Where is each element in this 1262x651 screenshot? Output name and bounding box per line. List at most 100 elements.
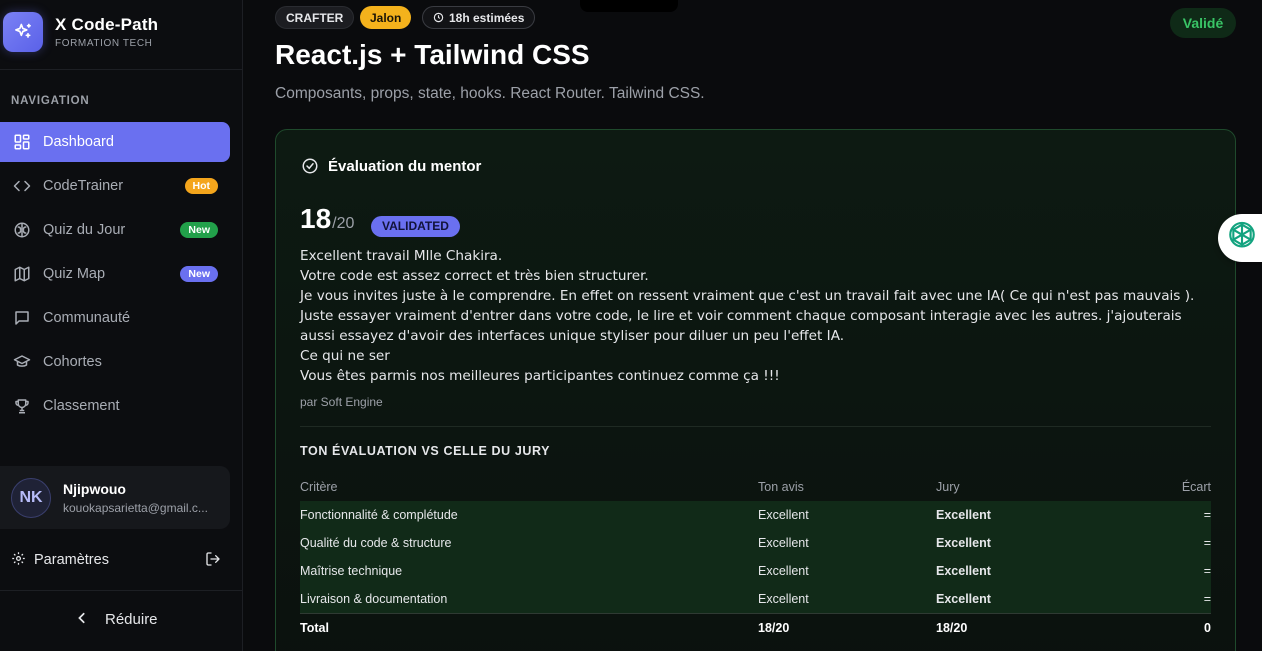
user-name: Njipwouo (63, 480, 126, 497)
code-icon (12, 176, 32, 196)
card-title: Évaluation du mentor (328, 157, 482, 175)
gap-cell: = (1203, 592, 1211, 606)
sidebar: X Code-Path FORMATION TECH NAVIGATION Da… (0, 0, 243, 651)
new-badge: New (180, 222, 218, 238)
gear-icon (11, 551, 26, 570)
brand-subtitle: FORMATION TECH (55, 38, 153, 49)
settings-label: Paramètres (34, 552, 109, 568)
card-heading: Évaluation du mentor (301, 157, 481, 175)
mentor-feedback: Excellent travail Mlle Chakira. Votre co… (300, 246, 1215, 386)
user-email: kouokapsarietta@gmail.c... (63, 500, 208, 515)
gap-cell: = (1203, 508, 1211, 522)
logout-icon[interactable] (205, 551, 221, 571)
user-card[interactable]: NK Njipwouo kouokapsarietta@gmail.c... (0, 466, 230, 529)
feedback-line: Votre code est assez correct et très bie… (300, 268, 649, 284)
comparison-table: Critère Ton avis Jury Écart Fonctionnali… (300, 473, 1211, 641)
avatar: NK (11, 477, 51, 518)
score: 18 /20 (300, 203, 354, 235)
map-icon (12, 264, 32, 284)
sidebar-item-dashboard[interactable]: Dashboard (0, 122, 230, 162)
duration-label: 18h estimées (449, 10, 525, 25)
type-chip: Jalon (360, 6, 412, 29)
criterion-cell: Livraison & documentation (300, 592, 448, 606)
settings-link[interactable]: Paramètres (11, 549, 221, 571)
column-header: Jury (936, 480, 960, 494)
level-chip: CRAFTER (275, 6, 355, 29)
table-row: Qualité du code & structure Excellent Ex… (300, 529, 1211, 557)
chevron-left-icon (77, 611, 87, 628)
status-badge: Validé (1170, 8, 1236, 38)
sidebar-item-label: Dashboard (43, 134, 114, 150)
jury-cell: Excellent (936, 508, 991, 522)
self-cell: Excellent (758, 508, 809, 522)
sidebar-item-label: Communauté (43, 310, 131, 326)
sidebar-item-quiz-map[interactable]: Quiz Map New (0, 254, 230, 294)
total-jury: 18/20 (936, 621, 968, 635)
page-title: React.js + Tailwind CSS (275, 39, 590, 70)
feedback-author: par Soft Engine (300, 395, 383, 409)
message-icon (12, 308, 32, 328)
trophy-icon (12, 396, 32, 416)
mentor-evaluation-card: Évaluation du mentor 18 /20 VALIDATED Ex… (275, 129, 1236, 651)
table-row: Livraison & documentation Excellent Exce… (300, 585, 1211, 613)
window-notch (580, 0, 678, 12)
self-cell: Excellent (758, 592, 809, 606)
brand[interactable]: X Code-Path FORMATION TECH (3, 12, 158, 52)
sidebar-item-classement[interactable]: Classement (0, 386, 230, 426)
score-max: /20 (332, 215, 355, 232)
total-label: Total (300, 621, 329, 635)
column-header: Écart (1181, 480, 1211, 494)
total-gap: 0 (1204, 621, 1211, 635)
divider (300, 426, 1211, 427)
validated-badge: VALIDATED (371, 216, 460, 237)
criterion-cell: Qualité du code & structure (300, 536, 452, 550)
criterion-cell: Fonctionnalité & complétude (300, 508, 458, 522)
sidebar-item-codetrainer[interactable]: CodeTrainer Hot (0, 166, 230, 206)
sidebar-item-label: Quiz Map (43, 266, 106, 282)
total-self: 18/20 (758, 621, 790, 635)
dashboard-icon (12, 132, 32, 152)
collapse-sidebar-button[interactable]: Réduire (77, 611, 158, 628)
sidebar-item-quiz-du-jour[interactable]: Quiz du Jour New (0, 210, 230, 250)
divider (0, 590, 242, 591)
table-header-row: Critère Ton avis Jury Écart (300, 473, 1211, 501)
check-circle-icon (302, 158, 318, 174)
nav-heading: NAVIGATION (11, 95, 90, 107)
feedback-line: Ce qui ne ser (300, 348, 390, 364)
jury-cell: Excellent (936, 536, 991, 550)
brain-icon (12, 220, 32, 240)
jury-cell: Excellent (936, 592, 991, 606)
openai-logo-icon (1226, 220, 1258, 257)
page-subtitle: Composants, props, state, hooks. React R… (275, 85, 705, 102)
ai-assistant-button[interactable] (1218, 214, 1262, 262)
table-total-row: Total 18/20 18/20 0 (300, 613, 1211, 641)
collapse-label: Réduire (105, 611, 158, 628)
criterion-cell: Maîtrise technique (300, 564, 403, 578)
sidebar-item-label: Quiz du Jour (43, 222, 126, 238)
new-badge: New (180, 266, 218, 282)
feedback-line: Excellent travail Mlle Chakira. (300, 248, 503, 264)
hot-badge: Hot (184, 178, 218, 194)
column-header: Critère (300, 480, 338, 494)
gap-cell: = (1203, 536, 1211, 550)
table-row: Maîtrise technique Excellent Excellent = (300, 557, 1211, 585)
jury-cell: Excellent (936, 564, 991, 578)
brand-title: X Code-Path (55, 15, 159, 34)
column-header: Ton avis (758, 480, 804, 494)
sidebar-item-label: Classement (43, 398, 120, 414)
comparison-title: TON ÉVALUATION VS CELLE DU JURY (300, 444, 551, 458)
score-value: 18 (300, 203, 332, 234)
duration-chip: 18h estimées (422, 6, 536, 29)
sidebar-item-communaute[interactable]: Communauté (0, 298, 230, 338)
feedback-line: Vous êtes parmis nos meilleures particip… (300, 368, 780, 384)
feedback-line: Je vous invites juste à le comprendre. E… (300, 288, 1195, 344)
divider (0, 69, 242, 70)
gap-cell: = (1203, 564, 1211, 578)
self-cell: Excellent (758, 536, 809, 550)
clock-icon (433, 12, 444, 23)
sidebar-item-label: Cohortes (43, 354, 102, 370)
table-row: Fonctionnalité & complétude Excellent Ex… (300, 501, 1211, 529)
self-cell: Excellent (758, 564, 809, 578)
graduation-cap-icon (12, 352, 32, 372)
sidebar-item-cohortes[interactable]: Cohortes (0, 342, 230, 382)
